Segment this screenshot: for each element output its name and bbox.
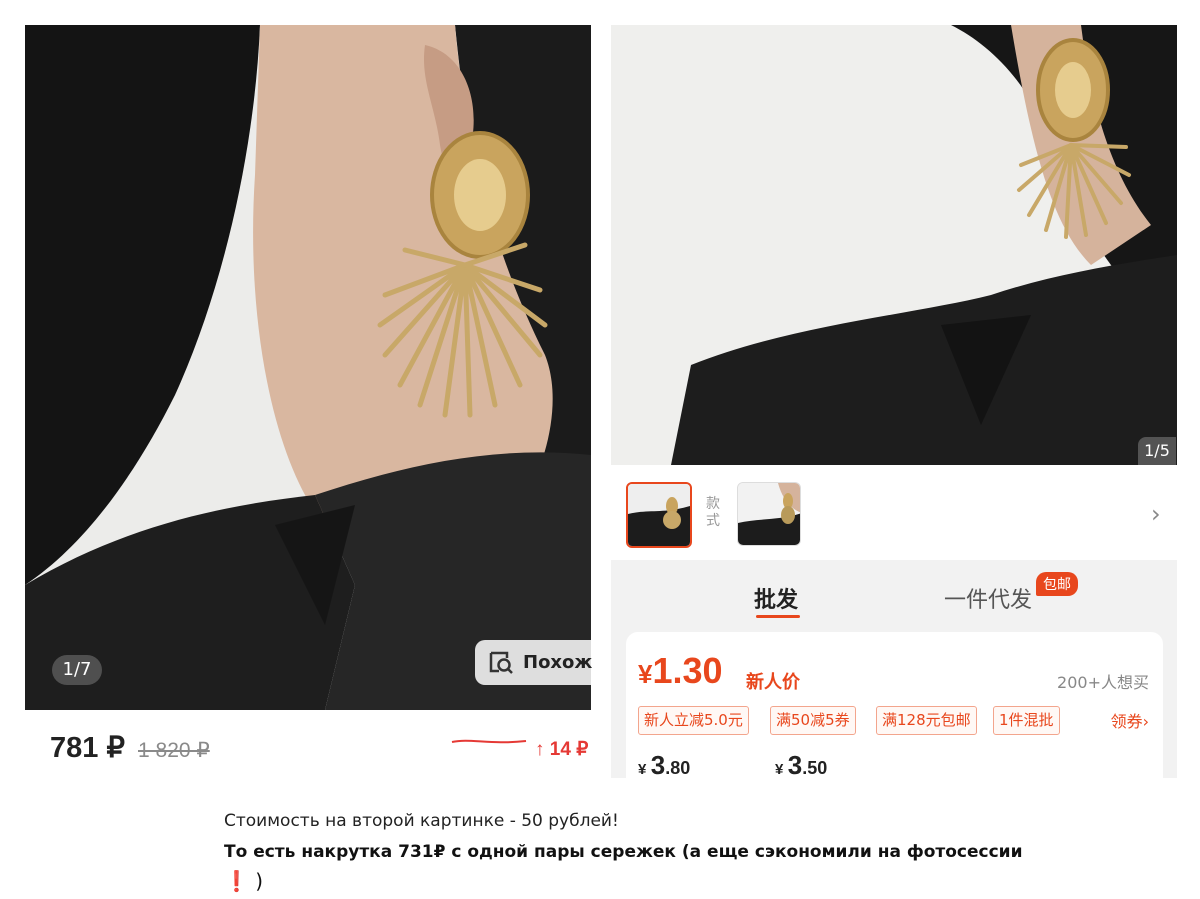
coupon-tag[interactable]: 满128元包邮	[876, 706, 977, 735]
free-shipping-badge: 包邮	[1036, 572, 1078, 596]
tier-price-fraction: .50	[802, 758, 828, 778]
caption-line-2: То есть накрутка 731₽ с одной пары сереж…	[224, 842, 1023, 862]
currency-symbol: ¥	[775, 761, 784, 778]
similar-items-button[interactable]: Похож	[475, 640, 615, 685]
left-product-photo[interactable]	[25, 25, 591, 710]
style-thumbnail-1[interactable]	[626, 482, 692, 548]
image-search-icon	[489, 651, 513, 674]
price-card: ¥1.30 新人价 200+人想买 新人立减5.0元 满50减5券 满128元包…	[626, 632, 1163, 792]
similar-button-label: Похож	[523, 652, 593, 673]
tab-dropship[interactable]: 一件代发	[944, 582, 1032, 614]
claim-coupon-link[interactable]: 领券›	[1111, 708, 1149, 732]
caption-closing-paren: )	[255, 869, 264, 893]
old-price: 1 820 ₽	[138, 739, 210, 762]
chevron-right-icon[interactable]: ›	[1151, 500, 1161, 528]
image-counter: 1/5	[1138, 437, 1176, 465]
style-thumbnail-2[interactable]	[737, 482, 801, 546]
currency-symbol: ¥	[638, 659, 653, 689]
coupon-tag[interactable]: 新人立减5.0元	[638, 706, 749, 735]
tier-price-whole: 3	[787, 750, 803, 780]
earring-photo-left	[25, 25, 591, 710]
earring-photo-right	[611, 25, 1177, 465]
active-tab-indicator	[756, 615, 800, 618]
currency-symbol: ¥	[638, 761, 647, 778]
current-price: 781 ₽	[50, 732, 125, 764]
tier-price-fraction: .80	[665, 758, 691, 778]
right-product-photo[interactable]	[611, 25, 1177, 465]
cny-price: ¥1.30	[638, 650, 723, 692]
claim-coupon-label: 领券	[1110, 712, 1143, 731]
red-scribble-annotation	[451, 739, 527, 744]
purchase-options-panel: 批发 一件代发 包邮 ¥1.30 新人价 200+人想买 新人立减5.0元 满5…	[611, 560, 1177, 792]
coupon-tag[interactable]: 满50减5券	[770, 706, 856, 735]
thumbnail-image	[628, 484, 690, 546]
caption-line-3: ❗ )	[224, 869, 263, 893]
price-trend: ↑ 14 ₽	[535, 739, 589, 760]
style-label: 款式	[706, 496, 720, 529]
image-counter: 1/7	[52, 655, 102, 685]
chevron-right-icon: ›	[1142, 712, 1149, 731]
price-tier: ¥ 3.80	[638, 750, 690, 781]
exclamation-icon: ❗	[224, 869, 249, 893]
tab-wholesale[interactable]: 批发	[754, 582, 798, 614]
crop-edge	[600, 778, 1200, 798]
new-user-price-label: 新人价	[746, 672, 800, 693]
price-tier: ¥ 3.50	[775, 750, 827, 781]
thumbnail-image	[738, 483, 800, 545]
want-to-buy-count: 200+人想买	[1057, 673, 1149, 692]
style-selector: 款式 ›	[611, 468, 1177, 560]
price-value: 1.30	[652, 650, 723, 691]
tier-price-whole: 3	[650, 750, 666, 780]
coupon-tag[interactable]: 1件混批	[993, 706, 1060, 735]
caption-line-1: Стоимость на второй картинке - 50 рублей…	[224, 811, 619, 831]
